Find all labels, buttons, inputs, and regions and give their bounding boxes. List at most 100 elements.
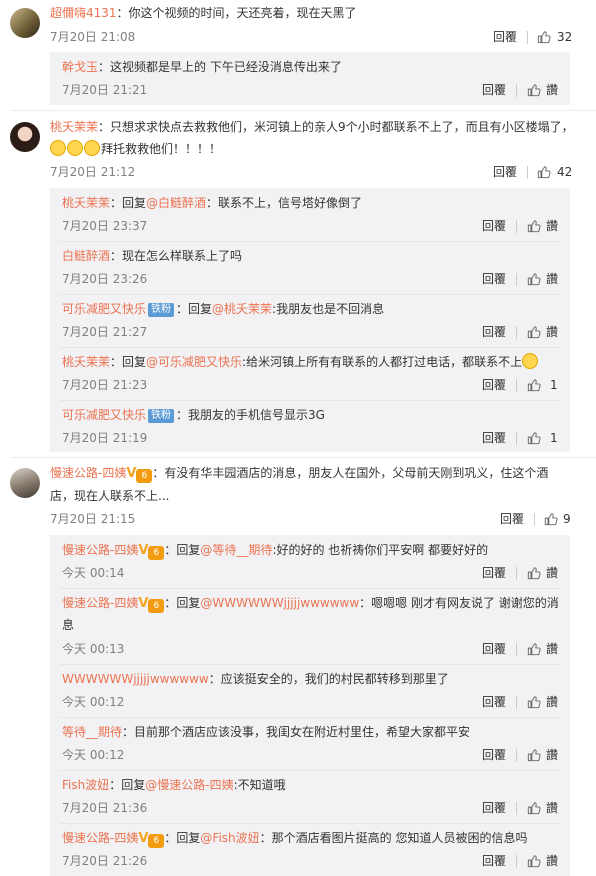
thumbs-up-icon[interactable]: [527, 83, 541, 97]
thumbs-up-icon[interactable]: [527, 854, 541, 868]
reply-button[interactable]: 回覆: [482, 323, 506, 341]
comment-text-cont: 店，现在人联系不上...: [50, 489, 170, 503]
crying-emoji-icon: [50, 140, 66, 156]
like-label[interactable]: 讚: [546, 852, 558, 870]
comment-text-cont: 拜托救救他们！！！！: [50, 138, 221, 161]
mention-link[interactable]: @慢速公路-四姨: [145, 778, 233, 792]
thumbs-up-icon[interactable]: [527, 378, 541, 392]
thumbs-up-icon[interactable]: [527, 431, 541, 445]
reply-time: 7月20日 21:19: [62, 431, 148, 445]
like-label[interactable]: 讚: [546, 693, 558, 711]
username-link[interactable]: 慢速公路-四姨: [62, 543, 138, 557]
reply-text: 可乐减肥又快乐 铁粉 ：我朋友的手机信号显示3G: [62, 408, 325, 423]
reply-text: 幹戈玉：这视频都是早上的 下午已经没消息传出来了: [62, 60, 342, 74]
mention-link[interactable]: @Fish波妞: [200, 831, 259, 845]
reply-button[interactable]: 回覆: [482, 429, 506, 447]
thumbs-up-icon[interactable]: [537, 165, 551, 179]
comment-time: 7月20日 21:08: [50, 30, 136, 44]
reply-button[interactable]: 回覆: [482, 799, 506, 817]
thumbs-up-icon[interactable]: [527, 325, 541, 339]
crying-emoji-icon: [84, 140, 100, 156]
username-link[interactable]: 可乐减肥又快乐: [62, 408, 146, 422]
avatar[interactable]: [10, 122, 40, 152]
avatar[interactable]: [10, 8, 40, 38]
reply-button[interactable]: 回覆: [482, 81, 506, 99]
username-link[interactable]: 超儞嗨4131: [50, 6, 117, 20]
username-link[interactable]: 可乐减肥又快乐: [62, 302, 146, 316]
fan-badge: 铁粉: [148, 409, 175, 423]
reply-button[interactable]: 回覆: [482, 564, 506, 582]
like-label[interactable]: 讚: [546, 323, 558, 341]
reply-button[interactable]: 回覆: [493, 163, 517, 181]
username-link[interactable]: 慢速公路-四姨: [62, 596, 138, 610]
like-label[interactable]: 讚: [546, 81, 558, 99]
mention-link[interactable]: @白鲢醉酒: [146, 196, 206, 210]
reply-button[interactable]: 回覆: [482, 852, 506, 870]
username-link[interactable]: 桃夭茉茉: [62, 355, 110, 369]
avatar[interactable]: [10, 468, 40, 498]
mention-link[interactable]: @等待__期待: [200, 543, 272, 557]
reply-list: 桃夭茉茉：回复@白鲢醉酒：联系不上，信号塔好像倒了 7月20日 23:37 回覆…: [50, 188, 570, 452]
reply-button[interactable]: 回覆: [482, 376, 506, 394]
thumbs-up-icon[interactable]: [527, 272, 541, 286]
reply-time: 7月20日 23:37: [62, 219, 148, 233]
mention-link[interactable]: @可乐减肥又快乐: [146, 355, 242, 369]
username-link[interactable]: 慢速公路-四姨: [50, 466, 126, 480]
comment-text: 桃夭茉茉：只想求求快点去救救他们，米河镇上的亲人9个小时都联系不上了，而且有小区…: [50, 120, 574, 134]
comment-text: 超儞嗨4131：你这个视频的时间，天还亮着，现在天黑了: [50, 6, 357, 20]
thumbs-up-icon[interactable]: [527, 566, 541, 580]
username-link[interactable]: 慢速公路-四姨: [62, 831, 138, 845]
mention-link[interactable]: @桃夭茉茉: [212, 302, 272, 316]
username-link[interactable]: 幹戈玉: [62, 60, 98, 74]
reply-text: WWWWWWjjjjjwwwwww：应该挺安全的，我们的村民都转移到那里了: [62, 672, 449, 686]
username-link[interactable]: Fish波妞: [62, 778, 109, 792]
reply-time: 7月20日 21:21: [62, 83, 148, 97]
thumbs-up-icon[interactable]: [537, 30, 551, 44]
reply-button[interactable]: 回覆: [482, 640, 506, 658]
reply-text: 可乐减肥又快乐 铁粉 ：回复@桃夭茉茉:我朋友也是不回消息: [62, 302, 385, 317]
verified-v-icon: V: [138, 543, 149, 558]
thumbs-up-icon[interactable]: [527, 748, 541, 762]
like-label[interactable]: 讚: [546, 270, 558, 288]
like-count: 1: [550, 431, 558, 445]
username-link[interactable]: 桃夭茉茉: [50, 120, 98, 134]
reply-text: Fish波妞：回复@慢速公路-四姨:不知道哦: [62, 778, 286, 792]
reply-button[interactable]: 回覆: [482, 270, 506, 288]
reply-time: 今天 00:14: [62, 566, 125, 580]
like-label[interactable]: 讚: [546, 217, 558, 235]
thumbs-up-icon[interactable]: [527, 219, 541, 233]
like-label[interactable]: 讚: [546, 746, 558, 764]
divider: [527, 31, 528, 44]
reply-text: 白鲢醉酒：现在怎么样联系上了吗: [62, 249, 243, 263]
divider: [10, 457, 596, 458]
crying-emoji-icon: [67, 140, 83, 156]
verified-v-icon: V: [138, 596, 149, 611]
vip-icon: 6: [148, 546, 165, 560]
username-link[interactable]: 白鲢醉酒: [62, 249, 110, 263]
thumbs-up-icon[interactable]: [527, 801, 541, 815]
divider: [527, 166, 528, 179]
vip-icon: 6: [148, 599, 165, 613]
like-label[interactable]: 讚: [546, 564, 558, 582]
thumbs-up-icon[interactable]: [527, 642, 541, 656]
thumbs-up-icon[interactable]: [527, 695, 541, 709]
username-link[interactable]: 桃夭茉茉: [62, 196, 110, 210]
like-label[interactable]: 讚: [546, 640, 558, 658]
username-link[interactable]: WWWWWWjjjjjwwwwww: [62, 672, 209, 686]
username-link[interactable]: 等待__期待: [62, 725, 122, 739]
reply-time: 7月20日 21:26: [62, 854, 148, 868]
thumbs-up-icon[interactable]: [544, 512, 558, 526]
reply-button[interactable]: 回覆: [493, 28, 517, 46]
reply-button[interactable]: 回覆: [482, 217, 506, 235]
reply-button[interactable]: 回覆: [482, 693, 506, 711]
reply-button[interactable]: 回覆: [500, 510, 524, 528]
reply-button[interactable]: 回覆: [482, 746, 506, 764]
reply-time: 今天 00:12: [62, 748, 125, 762]
reply-text: 桃夭茉茉：回复@可乐减肥又快乐:给米河镇上所有有联系的人都打过电话，都联系不上: [62, 351, 539, 374]
like-count: 32: [557, 30, 573, 44]
comment-time: 7月20日 21:15: [50, 512, 136, 526]
mention-link[interactable]: @WWWWWWjjjjjwwwwww: [200, 596, 359, 610]
reply-text-cont: 息: [62, 618, 75, 632]
reply-list: 慢速公路-四姨V 6 ：回复@等待__期待:好的好的 也祈祷你们平安啊 都要好好的 …: [50, 535, 570, 876]
like-label[interactable]: 讚: [546, 799, 558, 817]
